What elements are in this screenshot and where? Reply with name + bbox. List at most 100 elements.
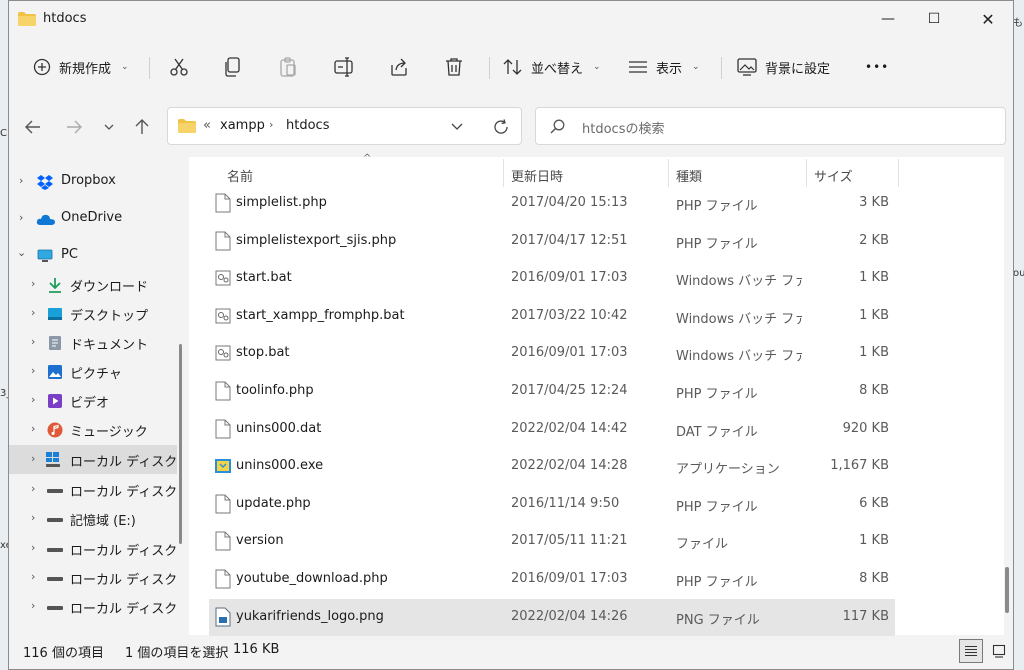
more-options-button[interactable]: ••• <box>865 50 889 84</box>
arrow-up-icon <box>135 119 149 134</box>
file-type: Windows バッチ ファ... <box>676 274 802 290</box>
large-icons-view-button[interactable] <box>987 639 1011 663</box>
nav-item-pc[interactable]: ⌄ PC <box>9 241 177 270</box>
nav-item-storage-e[interactable]: › 記憶域 (E:) <box>9 504 177 533</box>
minimize-button[interactable]: — <box>865 1 911 37</box>
folder-icon <box>178 119 196 133</box>
chevron-right-icon[interactable]: › <box>31 511 35 524</box>
arrow-left-icon <box>25 120 40 134</box>
nav-item-local-disk-g[interactable]: › ローカル ディスク (G <box>9 563 177 592</box>
file-row[interactable]: start_xampp_fromphp.bat 2017/03/22 10:42 W… <box>209 298 895 335</box>
file-row[interactable]: start.bat 2016/09/01 17:03 Windows バッチ ファ.… <box>209 260 895 297</box>
file-name: start.bat <box>236 270 292 286</box>
file-row[interactable]: update.php 2016/11/14 9:50 PHP ファイル 6 KB <box>209 486 895 523</box>
file-date: 2017/03/22 10:42 <box>511 307 628 323</box>
file-row[interactable]: toolinfo.php 2017/04/25 12:24 PHP ファイル 8 KB <box>209 373 895 410</box>
file-type: PHP ファイル <box>676 387 758 402</box>
recent-locations-button[interactable] <box>98 115 120 139</box>
chevron-right-icon[interactable]: › <box>31 393 35 406</box>
file-type: PHP ファイル <box>676 236 758 252</box>
plus-circle-icon <box>33 58 51 76</box>
file-row[interactable]: simplelistexport_sjis.php 2017/04/17 12:5… <box>209 223 895 260</box>
chevron-right-icon[interactable]: › <box>31 541 35 554</box>
chevron-right-icon[interactable]: › <box>31 482 35 495</box>
file-date: 2022/02/04 14:42 <box>511 420 628 436</box>
nav-item-local-disk-d[interactable]: › ローカル ディスク (D <box>9 475 177 504</box>
navigation-scrollbar[interactable] <box>179 344 182 544</box>
breadcrumb-overflow[interactable]: « <box>203 118 211 133</box>
address-bar[interactable]: « xampp › htdocs <box>167 107 522 145</box>
chevron-right-icon[interactable]: › <box>31 422 35 435</box>
chevron-right-icon[interactable]: › <box>31 452 35 465</box>
chevron-right-icon[interactable]: › <box>31 277 35 290</box>
copy-button[interactable] <box>224 50 242 84</box>
nav-item-downloads[interactable]: › ダウンロード <box>9 270 177 299</box>
chevron-right-icon[interactable]: › <box>31 364 35 377</box>
file-icon <box>215 531 231 551</box>
file-row[interactable]: simplelist.php 2017/04/20 15:13 PHP ファイル 3 … <box>209 185 895 222</box>
file-date: 2016/09/01 17:03 <box>511 571 628 586</box>
new-button[interactable]: 新規作成 ⌄ <box>33 50 129 84</box>
cut-button[interactable] <box>169 50 189 84</box>
file-row[interactable]: yukarifriends_logo.png 2022/02/04 14:26 PN… <box>209 598 895 636</box>
delete-button[interactable] <box>445 50 463 84</box>
close-button[interactable]: ✕ <box>965 1 1011 37</box>
nav-item-videos[interactable]: › ビデオ <box>9 386 177 415</box>
address-dropdown-chevron-icon[interactable] <box>451 123 463 130</box>
back-button[interactable] <box>22 115 44 139</box>
breadcrumb-htdocs[interactable]: htdocs <box>286 118 329 133</box>
chevron-right-icon[interactable]: › <box>19 211 23 224</box>
file-row[interactable]: unins000.dat 2022/02/04 14:42 DAT ファイル 920 … <box>209 411 895 448</box>
title-bar[interactable]: htdocs — ☐ ✕ <box>9 1 1013 39</box>
search-input[interactable]: htdocsの検索 <box>582 118 664 137</box>
chevron-right-icon[interactable]: › <box>31 599 35 612</box>
nav-item-pictures[interactable]: › ピクチャ <box>9 357 177 386</box>
chevron-down-icon[interactable]: ⌄ <box>17 246 26 259</box>
chevron-right-icon[interactable]: › <box>31 570 35 583</box>
file-list-scrollbar[interactable] <box>1005 567 1009 613</box>
file-type: ファイル <box>676 537 729 553</box>
command-bar: 新規作成 ⌄ 並べ替え ⌄ 表示 ⌄ 背景に設定 ••• <box>9 39 1013 97</box>
maximize-button[interactable]: ☐ <box>911 1 957 37</box>
forward-button[interactable] <box>63 115 85 139</box>
nav-item-label: ローカル ディスク (H <box>70 602 177 617</box>
column-divider[interactable] <box>806 159 807 187</box>
file-row[interactable]: youtube_download.php 2016/09/01 17:03 PHP … <box>209 561 895 598</box>
file-row[interactable]: version 2017/05/11 11:21 ファイル 1 KB <box>209 523 895 560</box>
view-button[interactable]: 表示 ⌄ <box>628 50 700 84</box>
chevron-right-icon[interactable]: › <box>31 306 35 319</box>
up-button[interactable] <box>131 115 153 139</box>
file-date: 2017/04/25 12:24 <box>511 383 628 398</box>
file-type: Windows バッチ ファ... <box>676 349 802 365</box>
drive-icon <box>47 489 63 493</box>
nav-item-desktop[interactable]: › デスクトップ <box>9 299 177 328</box>
set-as-wallpaper-button[interactable]: 背景に設定 <box>737 50 830 84</box>
trash-icon <box>446 58 462 76</box>
nav-item-onedrive[interactable]: › OneDrive <box>9 204 177 233</box>
chevron-right-icon[interactable]: › <box>19 174 23 187</box>
column-divider[interactable] <box>898 159 899 187</box>
copy-icon <box>225 57 240 77</box>
sort-button[interactable]: 並べ替え ⌄ <box>503 50 601 84</box>
file-icon <box>215 569 231 589</box>
file-row[interactable]: unins000.exe 2022/02/04 14:28 アプリケーション 1,16… <box>209 448 895 485</box>
column-divider[interactable] <box>668 159 669 187</box>
paste-button[interactable] <box>279 50 297 84</box>
rename-button[interactable] <box>334 50 356 84</box>
refresh-icon[interactable] <box>493 119 509 135</box>
nav-item-local-disk-f[interactable]: › ローカル ディスク (F <box>9 534 177 563</box>
nav-item-local-disk-c[interactable]: › ローカル ディスク (C <box>9 445 177 474</box>
nav-item-documents[interactable]: › ドキュメント <box>9 328 177 357</box>
file-row[interactable]: stop.bat 2016/09/01 17:03 Windows バッチ ファ..… <box>209 335 895 372</box>
share-button[interactable] <box>389 50 409 84</box>
chevron-right-icon[interactable]: › <box>31 335 35 348</box>
column-divider[interactable] <box>503 159 504 187</box>
search-box[interactable]: htdocsの検索 <box>535 107 1006 145</box>
nav-item-local-disk-h[interactable]: › ローカル ディスク (H <box>9 592 177 621</box>
nav-item-dropbox[interactable]: › Dropbox <box>9 167 177 196</box>
nav-item-music[interactable]: › ミュージック <box>9 415 177 444</box>
nav-item-label: Dropbox <box>61 173 116 188</box>
file-size: 920 KB <box>842 420 889 436</box>
breadcrumb-xampp[interactable]: xampp <box>220 118 265 133</box>
details-view-button[interactable] <box>959 639 983 663</box>
